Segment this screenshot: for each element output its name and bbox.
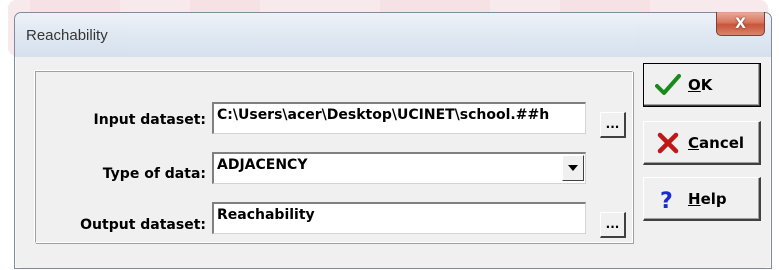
close-icon: X (735, 15, 746, 32)
input-browse-button[interactable]: ... (600, 112, 626, 138)
window-title: Reachability (26, 27, 108, 44)
input-dataset-value: C:\Users\acer\Desktop\UCINET\school.##h (217, 107, 550, 123)
output-dataset-label: Output dataset: (80, 217, 206, 233)
svg-text:?: ? (660, 189, 673, 211)
triangle-down-icon (568, 165, 578, 171)
dropdown-arrow-button[interactable] (562, 155, 584, 181)
help-button[interactable]: ? Help (643, 177, 761, 221)
output-dataset-value: Reachability (217, 207, 315, 223)
help-label: Help (688, 190, 727, 208)
parameters-group: Input dataset: C:\Users\acer\Desktop\UCI… (35, 71, 633, 243)
input-dataset-label: Input dataset: (93, 112, 206, 128)
reachability-dialog: Reachability X Input dataset: C:\Users\a… (14, 12, 772, 269)
close-button[interactable]: X (716, 12, 765, 36)
dialog-body: Input dataset: C:\Users\acer\Desktop\UCI… (21, 57, 765, 268)
type-of-data-label: Type of data: (102, 166, 206, 182)
type-of-data-value: ADJACENCY (217, 157, 308, 173)
green-check-icon (655, 74, 681, 95)
cancel-button[interactable]: Cancel (643, 121, 761, 165)
ok-label: OK (688, 76, 713, 94)
blue-question-icon: ? (660, 189, 673, 211)
title-bar: Reachability X (15, 12, 771, 57)
ok-button[interactable]: OK (643, 63, 761, 107)
input-dataset-field[interactable]: C:\Users\acer\Desktop\UCINET\school.##h (212, 102, 586, 134)
output-browse-button[interactable]: ... (600, 212, 626, 238)
cancel-label: Cancel (688, 134, 745, 152)
red-x-icon (657, 132, 679, 154)
type-of-data-select[interactable]: ADJACENCY (212, 152, 586, 184)
output-dataset-field[interactable]: Reachability (212, 202, 586, 234)
